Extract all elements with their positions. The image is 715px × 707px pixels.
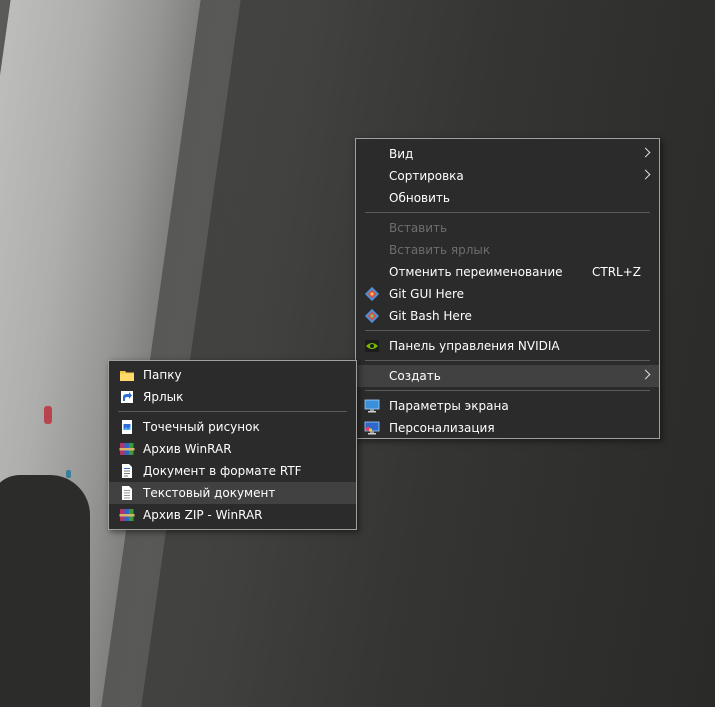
- submenu-item-winrar[interactable]: Архив WinRAR: [109, 438, 356, 460]
- menu-item-git-bash[interactable]: Git Bash Here: [356, 305, 659, 327]
- menu-separator: [365, 360, 650, 361]
- menu-separator: [365, 390, 650, 391]
- submenu-item-rtf[interactable]: Документ в формате RTF: [109, 460, 356, 482]
- wallpaper-dark-boulder: [0, 475, 90, 707]
- create-submenu: Папку Ярлык Точечный рисунок Архив WinRA…: [108, 360, 357, 530]
- menu-item-label: Панель управления NVIDIA: [389, 339, 560, 353]
- menu-item-label: Архив ZIP - WinRAR: [143, 508, 263, 522]
- chevron-right-icon: [640, 369, 651, 380]
- wallpaper-climber: [44, 406, 52, 424]
- menu-item-label: Git GUI Here: [389, 287, 465, 301]
- menu-item-label: Сортировка: [389, 169, 464, 183]
- chevron-right-icon: [640, 147, 651, 158]
- menu-item-label: Отменить переименование: [389, 265, 563, 279]
- submenu-item-folder[interactable]: Папку: [109, 364, 356, 386]
- menu-separator: [118, 411, 347, 412]
- menu-item-label: Создать: [389, 369, 441, 383]
- submenu-item-text-document[interactable]: Текстовый документ: [109, 482, 356, 504]
- monitor-icon: [364, 399, 380, 413]
- menu-item-view[interactable]: Вид: [356, 143, 659, 165]
- menu-item-undo-rename[interactable]: Отменить переименование CTRL+Z: [356, 261, 659, 283]
- wallpaper-climber-small: [66, 470, 71, 478]
- menu-item-label: Параметры экрана: [389, 399, 509, 413]
- menu-separator: [365, 212, 650, 213]
- winrar-books-icon: [119, 509, 135, 521]
- menu-item-label: Вид: [389, 147, 414, 161]
- desktop-context-menu: Вид Сортировка Обновить Вставить Вставит…: [355, 138, 660, 439]
- menu-item-label: Обновить: [389, 191, 450, 205]
- menu-item-refresh[interactable]: Обновить: [356, 187, 659, 209]
- menu-item-display-settings[interactable]: Параметры экрана: [356, 395, 659, 417]
- menu-item-label: Точечный рисунок: [143, 420, 260, 434]
- menu-item-label: Текстовый документ: [143, 486, 276, 500]
- git-diamond-icon: [364, 286, 380, 302]
- menu-item-sort[interactable]: Сортировка: [356, 165, 659, 187]
- menu-separator: [365, 330, 650, 331]
- winrar-books-icon: [119, 443, 135, 455]
- menu-item-label: Архив WinRAR: [143, 442, 232, 456]
- submenu-item-shortcut[interactable]: Ярлык: [109, 386, 356, 408]
- image-file-icon: [122, 420, 132, 434]
- menu-item-hotkey: CTRL+Z: [591, 265, 641, 279]
- menu-item-paste[interactable]: Вставить: [356, 217, 659, 239]
- menu-item-label: Вставить: [389, 221, 448, 235]
- menu-item-label: Персонализация: [389, 421, 495, 435]
- git-diamond-icon: [364, 308, 380, 324]
- shortcut-arrow-icon: [121, 391, 133, 403]
- menu-item-label: Папку: [143, 368, 182, 382]
- menu-item-label: Вставить ярлык: [389, 243, 491, 257]
- text-file-icon: [122, 486, 132, 500]
- menu-item-label: Git Bash Here: [389, 309, 472, 323]
- submenu-item-bitmap[interactable]: Точечный рисунок: [109, 416, 356, 438]
- monitor-paint-icon: [364, 421, 380, 435]
- nvidia-eye-icon: [365, 340, 379, 352]
- submenu-item-zip[interactable]: Архив ZIP - WinRAR: [109, 504, 356, 526]
- rtf-doc-icon: [122, 464, 132, 478]
- folder-icon: [120, 371, 134, 381]
- chevron-right-icon: [640, 169, 651, 180]
- menu-item-create[interactable]: Создать: [356, 365, 659, 387]
- menu-item-nvidia[interactable]: Панель управления NVIDIA: [356, 335, 659, 357]
- menu-item-git-gui[interactable]: Git GUI Here: [356, 283, 659, 305]
- menu-item-paste-shortcut[interactable]: Вставить ярлык: [356, 239, 659, 261]
- menu-item-label: Ярлык: [143, 390, 184, 404]
- menu-item-label: Документ в формате RTF: [143, 464, 302, 478]
- menu-item-personalize[interactable]: Персонализация: [356, 417, 659, 439]
